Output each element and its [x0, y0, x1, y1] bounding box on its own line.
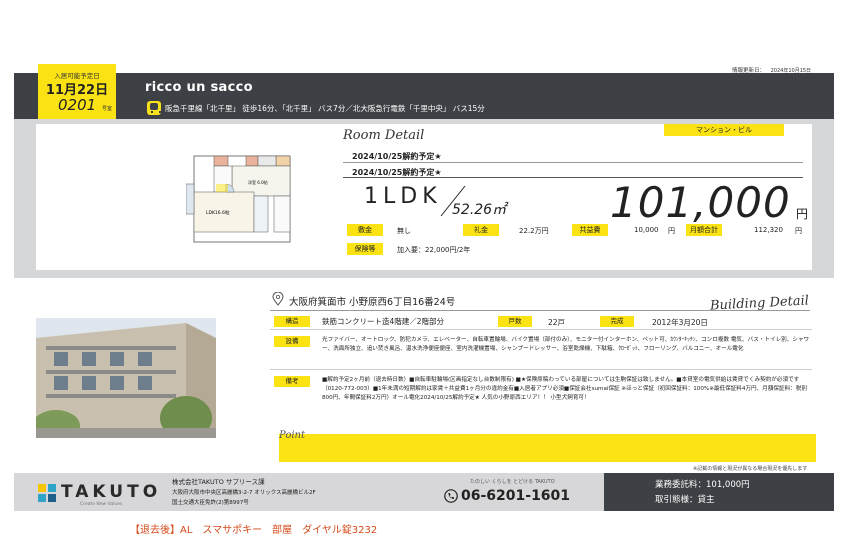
completed-value: 2012年3月20日: [652, 318, 708, 327]
insurance-value: 加入要：22,000円/2年: [397, 246, 471, 254]
train-icon: [147, 101, 161, 115]
rent-amount: 101,000: [610, 178, 791, 227]
remarks-value: ■解約予定2ヶ月前（退去時日数）■自転車駐輪場(区画指定なし台数制限有) ■★保…: [322, 377, 807, 401]
monthly-total-label: 月額合計: [686, 224, 722, 236]
monthly-total-value: 112,320: [754, 226, 783, 234]
divider: [270, 310, 810, 311]
takuto-logo-icon: [38, 484, 56, 502]
common-fee-unit: 円: [668, 227, 675, 235]
point-bar: [279, 434, 816, 462]
property-name: ricco un sacco: [145, 80, 253, 95]
deposit-label: 敷金: [347, 224, 383, 236]
room-number-suffix: 号室: [102, 106, 113, 112]
deposit-value: 無し: [397, 227, 411, 235]
key-memo: 【退去後】AL スマサポキー 部屋 ダイヤル錠3232: [130, 525, 378, 536]
access-info: 阪急千里線「北千里」 徒歩16分、「北千里」 バス7分／北大阪急行電鉄「千里中央…: [165, 104, 485, 113]
divider: [270, 369, 812, 370]
floor-area: 52.26㎡: [452, 202, 507, 218]
cancel-notice-1: 2024/10/25解約予定★: [352, 152, 442, 161]
building-photo: [36, 318, 216, 438]
facilities-label: 設備: [274, 336, 310, 347]
location-pin-icon: [272, 292, 284, 306]
commission-fee: 業務委託料：101,000円: [655, 480, 750, 490]
structure-value: 鉄筋コンクリート造4階建／2階部分: [322, 317, 445, 326]
transaction-type: 取引態様：貸主: [655, 495, 715, 505]
key-money-value: 22.2万円: [519, 227, 549, 235]
disclaimer: ※記載の情報と現況が異なる場合現況を優先します: [693, 466, 808, 472]
phone-number[interactable]: 06-6201-1601: [461, 488, 570, 504]
facilities-value: 光ファイバー、オートロック、防犯カメラ、エレベーター、自転車置輪場、バイク置場（…: [322, 337, 810, 352]
completed-label: 完成: [600, 316, 634, 327]
units-label: 戸数: [498, 316, 532, 327]
point-label: Point: [279, 430, 306, 441]
svg-text:洋室 6.0帖: 洋室 6.0帖: [248, 179, 268, 185]
monthly-total-unit: 円: [795, 227, 802, 235]
layout-type: 1LDK: [364, 184, 442, 209]
insurance-label: 保険等: [347, 243, 383, 255]
phone-icon: [444, 489, 458, 503]
rent-unit: 円: [796, 207, 809, 221]
key-money-label: 礼金: [463, 224, 499, 236]
brand-tagline: Create New Values: [80, 502, 123, 507]
building-address: 大阪府箕面市 小野原西6丁目16番24号: [289, 297, 456, 308]
room-detail-title: Room Detail: [343, 128, 425, 143]
category-badge: マンション・ビル: [664, 124, 784, 136]
divider: [343, 162, 803, 163]
divider: [270, 329, 812, 330]
phone-message: たのしい くらしを とどける TAKUTO: [470, 479, 555, 485]
company-address: 大阪府大阪市中央区高麗橋3-2-7 オリックス高麗橋ビル2F: [172, 490, 316, 496]
floor-plan-diagram: 洋室 6.0帖 LDK16.6帖: [186, 155, 291, 243]
units-value: 22戸: [548, 318, 566, 327]
common-fee-value: 10,000: [634, 226, 659, 234]
license-number: 国土交通大臣免許(2)第8997号: [172, 500, 249, 506]
common-fee-label: 共益費: [572, 224, 608, 236]
company-name: 株式会社TAKUTO サプリース課: [172, 478, 265, 486]
remarks-label: 備考: [274, 376, 310, 387]
brand-name: TAKUTO: [61, 482, 162, 502]
svg-text:LDK16.6帖: LDK16.6帖: [206, 209, 230, 216]
structure-label: 構造: [274, 316, 310, 327]
room-number: 0201: [58, 96, 97, 114]
